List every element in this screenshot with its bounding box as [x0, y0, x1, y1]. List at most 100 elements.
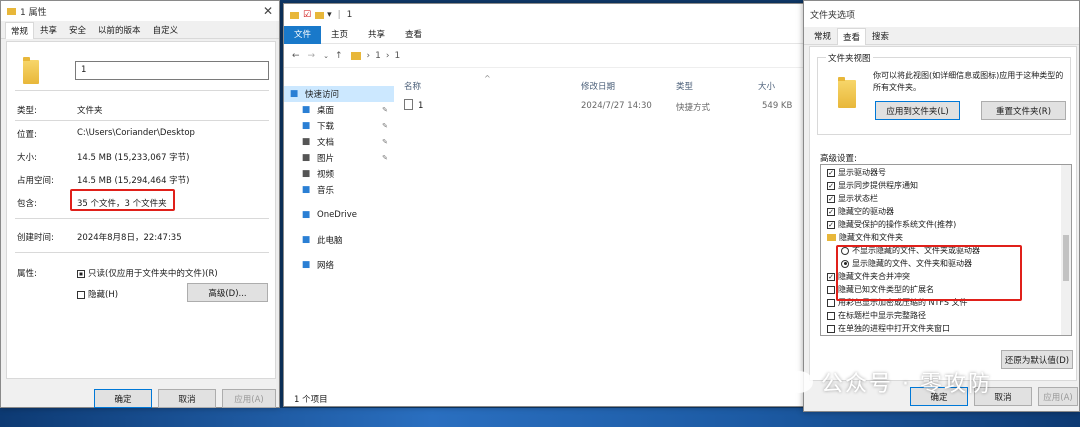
disk-size-label: 占用空间:: [17, 176, 54, 186]
advanced-setting-item[interactable]: ✓ 显示驱动器号: [821, 167, 1071, 180]
tab-file[interactable]: 文件: [284, 25, 322, 44]
file-list: 名称 ^ 修改日期 类型 大小 1 2024/7/27 14:30 快捷方式 5…: [396, 74, 806, 384]
nav-item[interactable]: ■ OneDrive: [284, 207, 394, 223]
tab-share[interactable]: 共享: [358, 26, 395, 44]
table-row[interactable]: 1 2024/7/27 14:30 快捷方式 549 KB: [396, 97, 806, 115]
column-size[interactable]: 大小: [758, 80, 775, 92]
contains-label: 包含:: [17, 199, 37, 209]
pin-icon[interactable]: ✎: [382, 122, 388, 130]
nav-item[interactable]: ■ 视频: [284, 166, 394, 182]
apply-button[interactable]: 应用(A): [1038, 387, 1078, 406]
advanced-setting-label: 显示驱动器号: [838, 168, 886, 177]
properties-titlebar: 1 属性 ✕: [1, 1, 279, 21]
watermark-text: 公众号 · 零攻防: [821, 372, 992, 397]
folder-icon: [315, 11, 325, 19]
checkbox-icon: ✓: [827, 220, 835, 229]
back-icon[interactable]: ←: [292, 51, 300, 61]
nav-item[interactable]: ■ 桌面 ✎: [284, 102, 394, 118]
nav-item-label: 音乐: [317, 186, 335, 196]
document-icon: ■: [301, 137, 311, 147]
nav-item[interactable]: ■ 此电脑: [284, 232, 394, 248]
close-icon[interactable]: ✕: [263, 4, 273, 18]
file-date: 2024/7/27 14:30: [581, 101, 652, 111]
ok-button[interactable]: 确定: [94, 389, 152, 408]
column-type[interactable]: 类型: [676, 80, 693, 92]
window-title: 1 属性: [20, 7, 47, 18]
apply-to-folders-button[interactable]: 应用到文件夹(L): [875, 101, 960, 120]
folder-name-input[interactable]: 1: [75, 61, 269, 80]
advanced-setting-item[interactable]: ✓ 显示同步提供程序通知: [821, 180, 1071, 193]
divider: [15, 252, 269, 253]
breadcrumb-item[interactable]: 1: [375, 51, 381, 61]
folder-icon: [350, 51, 361, 60]
type-label: 类型:: [17, 106, 37, 116]
view-panel: 文件夹视图 你可以将此视图(如详细信息或图标)应用于这种类型的所有文件夹。 应用…: [809, 46, 1077, 381]
computer-icon: ■: [301, 235, 311, 245]
tab-general[interactable]: 常规: [5, 22, 35, 39]
nav-item[interactable]: ■ 网络: [284, 257, 394, 273]
advanced-setting-label: 显示同步提供程序通知: [838, 181, 918, 190]
watermark: 公众号 · 零攻防: [785, 366, 992, 398]
pin-icon[interactable]: ✎: [382, 154, 388, 162]
advanced-setting-item[interactable]: ✓ 隐藏空的驱动器: [821, 206, 1071, 219]
checkbox-icon: ✓: [827, 272, 835, 281]
up-icon[interactable]: ↑: [335, 51, 343, 61]
nav-item[interactable]: ■ 快速访问: [284, 86, 394, 102]
divider: [15, 218, 269, 219]
reset-folders-button[interactable]: 重置文件夹(R): [981, 101, 1066, 120]
readonly-checkbox[interactable]: 只读(仅应用于文件夹中的文件)(R): [77, 267, 218, 279]
advanced-setting-item[interactable]: 在标题栏中显示完整路径: [821, 310, 1071, 323]
column-name[interactable]: 名称: [404, 80, 421, 92]
cancel-button[interactable]: 取消: [158, 389, 216, 408]
checkbox-icon: ✓: [827, 181, 835, 190]
scrollbar[interactable]: [1061, 165, 1071, 335]
properties-tabs: 常规 共享 安全 以前的版本 自定义: [1, 21, 279, 39]
file-name: 1: [418, 101, 424, 111]
hidden-checkbox[interactable]: 隐藏(H): [77, 288, 118, 300]
tab-home[interactable]: 主页: [321, 26, 358, 44]
hidden-label: 隐藏(H): [88, 290, 119, 300]
nav-item[interactable]: ■ 下载 ✎: [284, 118, 394, 134]
checkbox-icon: ✓: [827, 194, 835, 203]
picture-icon: ■: [301, 153, 311, 163]
nav-item-label: 视频: [317, 170, 335, 180]
chevron-right-icon: ›: [366, 50, 371, 61]
tab-previous-versions[interactable]: 以前的版本: [92, 21, 147, 38]
restore-defaults-button[interactable]: 还原为默认值(D): [1001, 350, 1073, 369]
advanced-setting-label: 隐藏空的驱动器: [838, 207, 894, 216]
tab-sharing[interactable]: 共享: [34, 21, 63, 38]
column-date[interactable]: 修改日期: [581, 80, 615, 92]
advanced-setting-item[interactable]: 在单独的进程中打开文件夹窗口: [821, 323, 1071, 335]
tab-general[interactable]: 常规: [808, 27, 837, 44]
general-panel: 1 类型: 文件夹 位置: C:\Users\Coriander\Desktop…: [6, 41, 276, 379]
nav-item[interactable]: ■ 音乐: [284, 182, 394, 198]
nav-item[interactable]: ■ 文档 ✎: [284, 134, 394, 150]
window-title: 1: [346, 10, 353, 20]
file-size: 549 KB: [762, 101, 793, 111]
advanced-button[interactable]: 高级(D)...: [187, 283, 268, 302]
apply-button[interactable]: 应用(A): [222, 389, 276, 408]
scrollbar-thumb[interactable]: [1063, 235, 1069, 281]
pin-icon[interactable]: ✎: [382, 106, 388, 114]
dropdown-icon[interactable]: ▾: [327, 10, 332, 20]
folder-icon: [838, 77, 856, 108]
tab-customize[interactable]: 自定义: [147, 21, 185, 38]
advanced-setting-label: 隐藏受保护的操作系统文件(推荐): [838, 220, 957, 229]
forward-icon[interactable]: →: [308, 51, 316, 61]
tab-security[interactable]: 安全: [63, 21, 92, 38]
chevron-down-icon[interactable]: ⌄: [323, 52, 329, 60]
tab-view[interactable]: 查看: [837, 28, 867, 45]
cloud-icon: ■: [301, 210, 311, 220]
breadcrumb-item[interactable]: 1: [394, 51, 400, 61]
folder-view-description: 你可以将此视图(如详细信息或图标)应用于这种类型的所有文件夹。: [873, 71, 1064, 92]
nav-item-label: 网络: [317, 261, 335, 271]
size-label: 大小:: [17, 153, 37, 163]
tab-search[interactable]: 搜索: [866, 27, 895, 44]
advanced-setting-item[interactable]: ✓ 隐藏受保护的操作系统文件(推荐): [821, 219, 1071, 232]
pin-icon[interactable]: ✎: [382, 138, 388, 146]
ribbon-tabs: 文件 主页 共享 查看: [284, 25, 807, 44]
advanced-setting-item[interactable]: ✓ 显示状态栏: [821, 193, 1071, 206]
tab-view[interactable]: 查看: [395, 26, 432, 44]
properties-window: 1 属性 ✕ 常规 共享 安全 以前的版本 自定义 1 类型: 文件夹 位置: …: [0, 0, 280, 408]
nav-item[interactable]: ■ 图片 ✎: [284, 150, 394, 166]
